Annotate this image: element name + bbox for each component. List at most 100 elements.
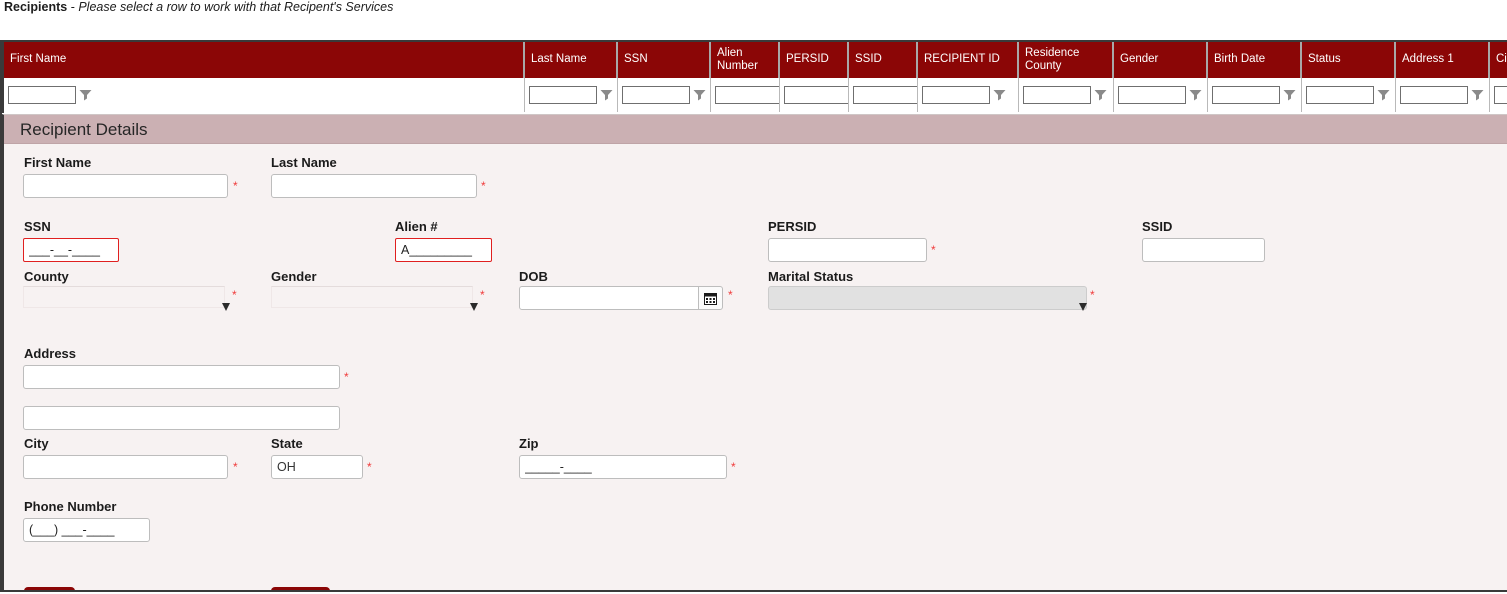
city-input[interactable] <box>23 455 228 479</box>
chevron-down-icon <box>1079 303 1087 311</box>
address-required-marker: * <box>344 370 349 384</box>
table-filter-row <box>4 78 1507 112</box>
city-required-marker: * <box>233 460 238 474</box>
column-filter-input[interactable] <box>1211 86 1280 104</box>
zip-label: Zip <box>519 436 539 451</box>
funnel-icon[interactable] <box>600 89 613 102</box>
last-name-required-marker: * <box>481 179 486 193</box>
column-filter-cell <box>1489 78 1507 112</box>
column-filter-input[interactable] <box>1493 86 1507 104</box>
column-filter-cell <box>617 78 711 112</box>
column-filter-input[interactable] <box>1305 86 1374 104</box>
column-filter-cell <box>1207 78 1302 112</box>
column-filter-input[interactable] <box>528 86 597 104</box>
column-header[interactable]: Last Name <box>524 42 618 78</box>
column-filter-cell <box>1301 78 1396 112</box>
column-filter-cell <box>524 78 618 112</box>
first-name-required-marker: * <box>233 179 238 193</box>
gender-required-marker: * <box>480 288 485 302</box>
first-name-label: First Name <box>24 155 92 170</box>
recipients-page: Recipients - Please select a row to work… <box>0 0 1507 594</box>
column-filter-input[interactable] <box>1022 86 1091 104</box>
column-filter-input[interactable] <box>921 86 990 104</box>
page-title: Recipients <box>4 0 68 14</box>
column-filter-input[interactable] <box>8 86 76 104</box>
marital-status-dropdown[interactable] <box>768 286 1087 311</box>
funnel-icon[interactable] <box>79 89 92 102</box>
column-filter-input[interactable] <box>1117 86 1186 104</box>
gender-dropdown[interactable] <box>271 286 478 311</box>
chevron-down-icon <box>222 303 230 311</box>
dob-label: DOB <box>519 269 548 284</box>
funnel-icon[interactable] <box>1189 89 1202 102</box>
phone-number-input[interactable] <box>23 518 150 542</box>
gender-label: Gender <box>271 269 317 284</box>
column-filter-input[interactable] <box>852 86 916 104</box>
dob-calendar-button[interactable] <box>698 286 723 310</box>
recipients-grid: First Name Last Name SSN Alien Number PERSID… <box>2 40 1507 113</box>
county-dropdown[interactable] <box>23 286 230 311</box>
column-filter-cell <box>4 78 525 112</box>
chevron-down-icon <box>470 303 478 311</box>
page-caption: Recipients - Please select a row to work… <box>0 0 1507 20</box>
column-filter-cell <box>1018 78 1114 112</box>
column-header[interactable]: SSID <box>848 42 918 78</box>
column-header[interactable]: RECIPIENT ID <box>917 42 1019 78</box>
column-header[interactable]: First Name <box>4 42 525 78</box>
funnel-icon[interactable] <box>1471 89 1484 102</box>
address-label: Address <box>24 346 77 361</box>
state-input[interactable] <box>271 455 363 479</box>
zip-input[interactable] <box>519 455 727 479</box>
zip-required-marker: * <box>731 460 736 474</box>
caption-separator: - <box>67 0 79 14</box>
first-name-input[interactable] <box>23 174 228 198</box>
column-header[interactable]: Residence County <box>1018 42 1114 78</box>
column-filter-cell <box>1113 78 1208 112</box>
column-filter-input[interactable] <box>621 86 690 104</box>
column-header[interactable]: Alien Number <box>710 42 780 78</box>
ssid-input[interactable] <box>1142 238 1265 262</box>
address-line2-input[interactable] <box>23 406 340 430</box>
state-required-marker: * <box>367 460 372 474</box>
recipients-table: First Name Last Name SSN Alien Number PERSID… <box>4 42 1507 112</box>
funnel-icon[interactable] <box>1377 89 1390 102</box>
column-header[interactable]: Address 1 <box>1395 42 1490 78</box>
recipient-details-panel: Recipient Details First Name * Last Name… <box>2 114 1507 592</box>
last-name-input[interactable] <box>271 174 477 198</box>
ssn-input[interactable] <box>23 238 119 262</box>
persid-label: PERSID <box>768 219 817 234</box>
funnel-icon[interactable] <box>993 89 1006 102</box>
phone-number-label: Phone Number <box>24 499 117 514</box>
column-filter-cell <box>779 78 849 112</box>
column-header[interactable]: Birth Date <box>1207 42 1302 78</box>
alien-number-input[interactable] <box>395 238 492 262</box>
recipient-form: First Name * Last Name * SSN Alien # PER… <box>4 144 1507 592</box>
persid-required-marker: * <box>931 243 936 257</box>
county-required-marker: * <box>232 288 237 302</box>
ssn-label: SSN <box>24 219 51 234</box>
column-filter-cell <box>1395 78 1490 112</box>
column-header[interactable]: SSN <box>617 42 711 78</box>
column-filter-cell <box>710 78 780 112</box>
column-filter-cell <box>848 78 918 112</box>
panel-title: Recipient Details <box>4 115 1507 144</box>
table-header-row: First Name Last Name SSN Alien Number PERSID… <box>4 42 1507 78</box>
funnel-icon[interactable] <box>1283 89 1296 102</box>
county-label: County <box>24 269 69 284</box>
column-filter-input[interactable] <box>714 86 778 104</box>
ssid-label: SSID <box>1142 219 1173 234</box>
address-line1-input[interactable] <box>23 365 340 389</box>
persid-input[interactable] <box>768 238 927 262</box>
column-header[interactable]: City <box>1489 42 1507 78</box>
column-filter-input[interactable] <box>783 86 847 104</box>
funnel-icon[interactable] <box>693 89 706 102</box>
dob-input[interactable] <box>519 286 699 310</box>
calendar-icon <box>704 292 717 305</box>
marital-status-required-marker: * <box>1090 288 1095 302</box>
column-header[interactable]: Gender <box>1113 42 1208 78</box>
funnel-icon[interactable] <box>1094 89 1107 102</box>
column-filter-input[interactable] <box>1399 86 1468 104</box>
page-subtitle: Please select a row to work with that Re… <box>78 0 394 14</box>
column-header[interactable]: PERSID <box>779 42 849 78</box>
column-header[interactable]: Status <box>1301 42 1396 78</box>
